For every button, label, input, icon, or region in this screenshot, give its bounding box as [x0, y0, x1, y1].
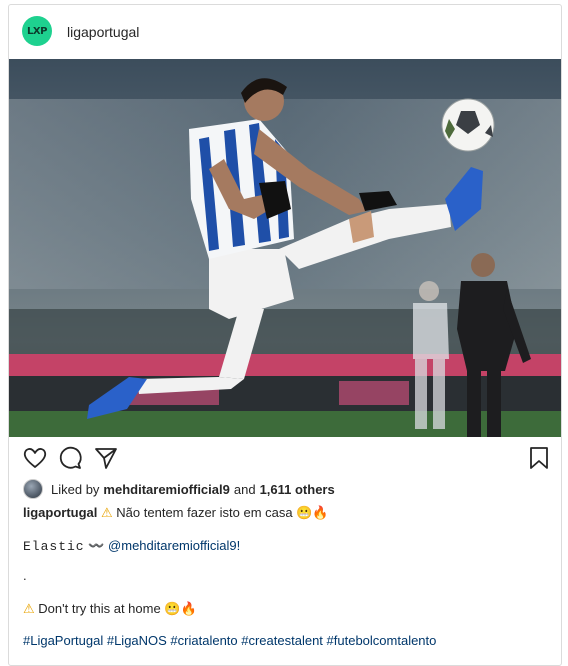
- post-header: LXP ligaportugal: [9, 5, 561, 59]
- caption-username[interactable]: ligaportugal: [23, 505, 97, 520]
- warning-icon: ⚠: [101, 506, 113, 521]
- post-photo[interactable]: [9, 59, 561, 437]
- liked-by-and: and: [233, 481, 256, 497]
- grimacing-emoji: 😬: [164, 602, 181, 617]
- caption-line-1: ligaportugal ⚠ Não tentem fazer isto em …: [23, 505, 329, 521]
- post-username[interactable]: ligaportugal: [67, 24, 139, 40]
- bookmark-icon[interactable]: [526, 445, 552, 471]
- liked-by-prefix: Liked by: [51, 481, 100, 497]
- soccer-ball: [441, 98, 495, 152]
- instagram-post-card: LXP ligaportugal Liked by mehditaremioff…: [8, 4, 562, 666]
- fire-emoji: 🔥: [312, 506, 329, 521]
- comment-icon[interactable]: [57, 445, 83, 471]
- likes-summary: Liked by mehditaremiofficial9 and 1,611 …: [23, 479, 335, 499]
- hashtags-line[interactable]: #LigaPortugal #LigaNOS #criatalento #cre…: [23, 633, 436, 648]
- caption-dot: .: [23, 568, 27, 583]
- wavy-dash-emoji: 〰️: [88, 539, 105, 554]
- liked-others-link[interactable]: 1,611 others: [260, 482, 335, 497]
- profile-avatar[interactable]: LXP: [22, 16, 52, 46]
- liked-by-user-link[interactable]: mehditaremiofficial9: [103, 482, 229, 497]
- caption-line-4: ⚠ Don't try this at home 😬🔥: [23, 601, 197, 617]
- mention-link[interactable]: @mehditaremiofficial9!: [108, 538, 240, 553]
- paper-plane-icon[interactable]: [93, 445, 119, 471]
- warning-icon: ⚠: [23, 602, 35, 617]
- caption-text-en: Don't try this at home: [38, 601, 161, 616]
- caption-elastic: Elastic: [23, 539, 85, 554]
- avatar-logo-text: LXP: [27, 25, 47, 37]
- grimacing-emoji: 😬: [296, 506, 313, 521]
- fire-emoji: 🔥: [180, 602, 197, 617]
- post-actions-bar: [9, 443, 561, 473]
- heart-icon[interactable]: [22, 445, 48, 471]
- caption-text-pt: Não tentem fazer isto em casa: [116, 505, 293, 520]
- liker-avatar[interactable]: [23, 479, 43, 499]
- caption-line-2: Elastic 〰️ @mehditaremiofficial9!: [23, 538, 240, 554]
